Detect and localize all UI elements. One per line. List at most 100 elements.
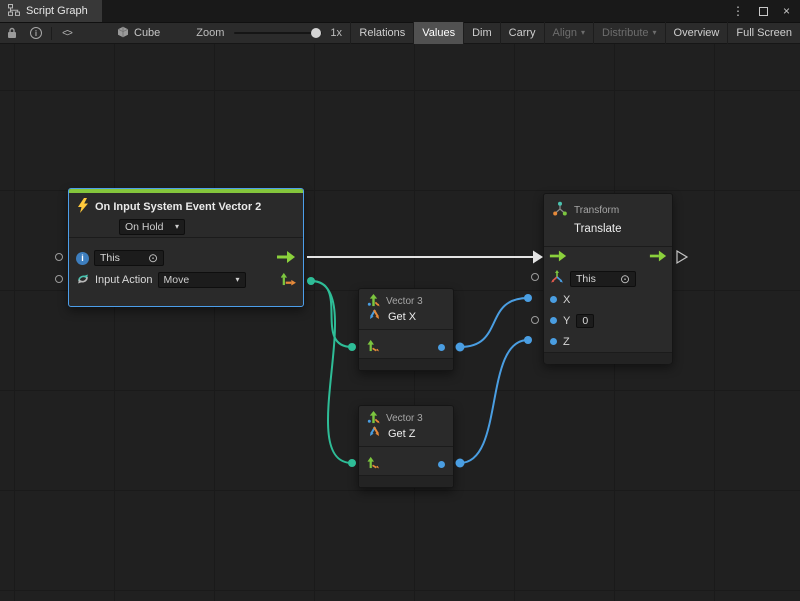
flow-input-arrow-icon[interactable] [549, 250, 567, 265]
translate-x-edge-port-dot[interactable] [524, 294, 532, 302]
get-z-category: Vector 3 [386, 413, 423, 424]
tab-label: Script Graph [26, 5, 88, 17]
target-icon: ⊙ [620, 273, 630, 285]
x-input-port[interactable] [550, 296, 557, 303]
vector3-icon [367, 294, 380, 310]
lock-icon[interactable] [0, 22, 24, 44]
event-this-edge-port[interactable] [55, 253, 63, 261]
zoom-label: Zoom [196, 27, 224, 39]
vector3-icon [367, 411, 380, 427]
values-button[interactable]: Values [413, 22, 463, 44]
chevron-down-icon: ▾ [653, 29, 657, 37]
close-icon[interactable]: × [783, 5, 790, 17]
wire-vector2-to-get-z[interactable] [311, 281, 352, 463]
get-z-footer [359, 475, 453, 487]
axes-icon [550, 270, 564, 287]
event-node-header: On Input System Event Vector 2 On Hold ▾ [69, 193, 303, 237]
lightning-icon [77, 198, 89, 216]
vector3-port-icon[interactable] [367, 339, 380, 355]
event-vector2-port-dot[interactable] [307, 277, 315, 285]
event-node-title: On Input System Event Vector 2 [95, 201, 261, 213]
wire-flow-arrowhead [533, 251, 543, 264]
event-this-field[interactable]: This ⊙ [94, 250, 164, 266]
get-x-input-port-dot[interactable] [348, 343, 356, 351]
relations-button[interactable]: Relations [350, 22, 413, 44]
chevron-down-icon: ▾ [581, 29, 585, 37]
translate-z-row: Z [544, 331, 672, 352]
get-component-icon [367, 309, 382, 325]
x-port-label: X [563, 294, 570, 306]
graph-toolbar: Cube Zoom 1x Relations Values Dim Carry … [0, 22, 800, 44]
maximize-icon[interactable] [759, 7, 768, 16]
overview-button[interactable]: Overview [665, 22, 728, 44]
flow-output-arrow-icon[interactable] [276, 251, 296, 266]
zoom-slider[interactable] [234, 22, 322, 44]
get-x-category: Vector 3 [386, 296, 423, 307]
y-input-port[interactable] [550, 317, 557, 324]
graph-object-selector[interactable]: Cube [109, 26, 168, 41]
script-graph-icon [8, 4, 20, 19]
zoom-slider-track[interactable] [234, 32, 322, 34]
event-action-edge-port[interactable] [55, 275, 63, 283]
translate-y-row: Y 0 [544, 310, 672, 331]
code-icon[interactable] [55, 22, 79, 44]
wire-get-z-to-translate-z[interactable] [460, 340, 528, 463]
get-z-output-port[interactable] [438, 461, 445, 468]
get-x-port-row [359, 336, 453, 358]
get-z-title: Get Z [388, 428, 416, 440]
z-input-port[interactable] [550, 338, 557, 345]
get-x-output-port[interactable] [438, 344, 445, 351]
translate-flow-row [544, 247, 672, 268]
wire-get-x-to-translate-x[interactable] [460, 298, 528, 347]
get-x-output-port-dot[interactable] [456, 343, 465, 352]
translate-z-edge-port-dot[interactable] [524, 336, 532, 344]
menu-icon[interactable]: ⋮ [732, 5, 744, 17]
translate-title: Translate [574, 223, 664, 235]
zoom-slider-knob[interactable] [311, 28, 321, 38]
translate-this-edge-port[interactable] [531, 273, 539, 281]
full-screen-button[interactable]: Full Screen [727, 22, 800, 44]
graph-canvas[interactable]: On Input System Event Vector 2 On Hold ▾… [0, 44, 800, 601]
flow-output-arrow-icon[interactable] [649, 250, 667, 265]
y-port-label: Y [563, 315, 570, 327]
align-button[interactable]: Align▾ [544, 22, 593, 44]
vector2-output-icon[interactable] [281, 272, 296, 289]
input-action-icon [76, 272, 90, 289]
z-port-label: Z [563, 336, 570, 348]
target-icon: ⊙ [148, 252, 158, 264]
dim-button[interactable]: Dim [463, 22, 500, 44]
node-vector3-get-z[interactable]: Vector 3 Get Z [358, 405, 454, 488]
event-mode-dropdown[interactable]: On Hold ▾ [119, 219, 185, 235]
get-z-input-port-dot[interactable] [348, 459, 356, 467]
wire-vector2-to-get-x[interactable] [311, 281, 352, 347]
translate-header: Transform Translate [544, 194, 672, 247]
node-transform-translate[interactable]: Transform Translate This ⊙ X [543, 193, 673, 364]
info-badge-icon [76, 252, 89, 265]
get-x-header: Vector 3 Get X [359, 289, 453, 330]
distribute-button[interactable]: Distribute▾ [593, 22, 664, 44]
window-controls: ⋮ × [732, 0, 800, 22]
chevron-down-icon: ▾ [175, 223, 179, 231]
y-value-field[interactable]: 0 [576, 314, 594, 328]
event-input-action-row: Input Action Move ▾ [69, 269, 303, 291]
vector3-port-icon[interactable] [367, 456, 380, 472]
translate-y-edge-port[interactable] [531, 316, 539, 324]
chevron-down-icon: ▾ [235, 276, 239, 284]
info-icon[interactable] [24, 22, 48, 44]
node-vector3-get-x[interactable]: Vector 3 Get X [358, 288, 454, 371]
input-action-dropdown[interactable]: Move ▾ [158, 272, 246, 288]
get-z-header: Vector 3 Get Z [359, 406, 453, 447]
carry-button[interactable]: Carry [500, 22, 544, 44]
cube-icon [117, 26, 129, 41]
window-tab-bar: Script Graph ⋮ × [0, 0, 800, 22]
translate-this-field[interactable]: This ⊙ [570, 271, 636, 287]
get-component-icon [367, 426, 382, 442]
flow-continuation-triangle-icon [677, 251, 687, 263]
translate-category: Transform [574, 205, 619, 216]
get-z-port-row [359, 453, 453, 475]
node-on-input-system-event-vector2[interactable]: On Input System Event Vector 2 On Hold ▾… [68, 188, 304, 307]
object-name: Cube [134, 27, 160, 39]
zoom-value: 1x [330, 27, 342, 39]
tab-script-graph[interactable]: Script Graph [0, 0, 102, 22]
get-z-output-port-dot[interactable] [456, 459, 465, 468]
